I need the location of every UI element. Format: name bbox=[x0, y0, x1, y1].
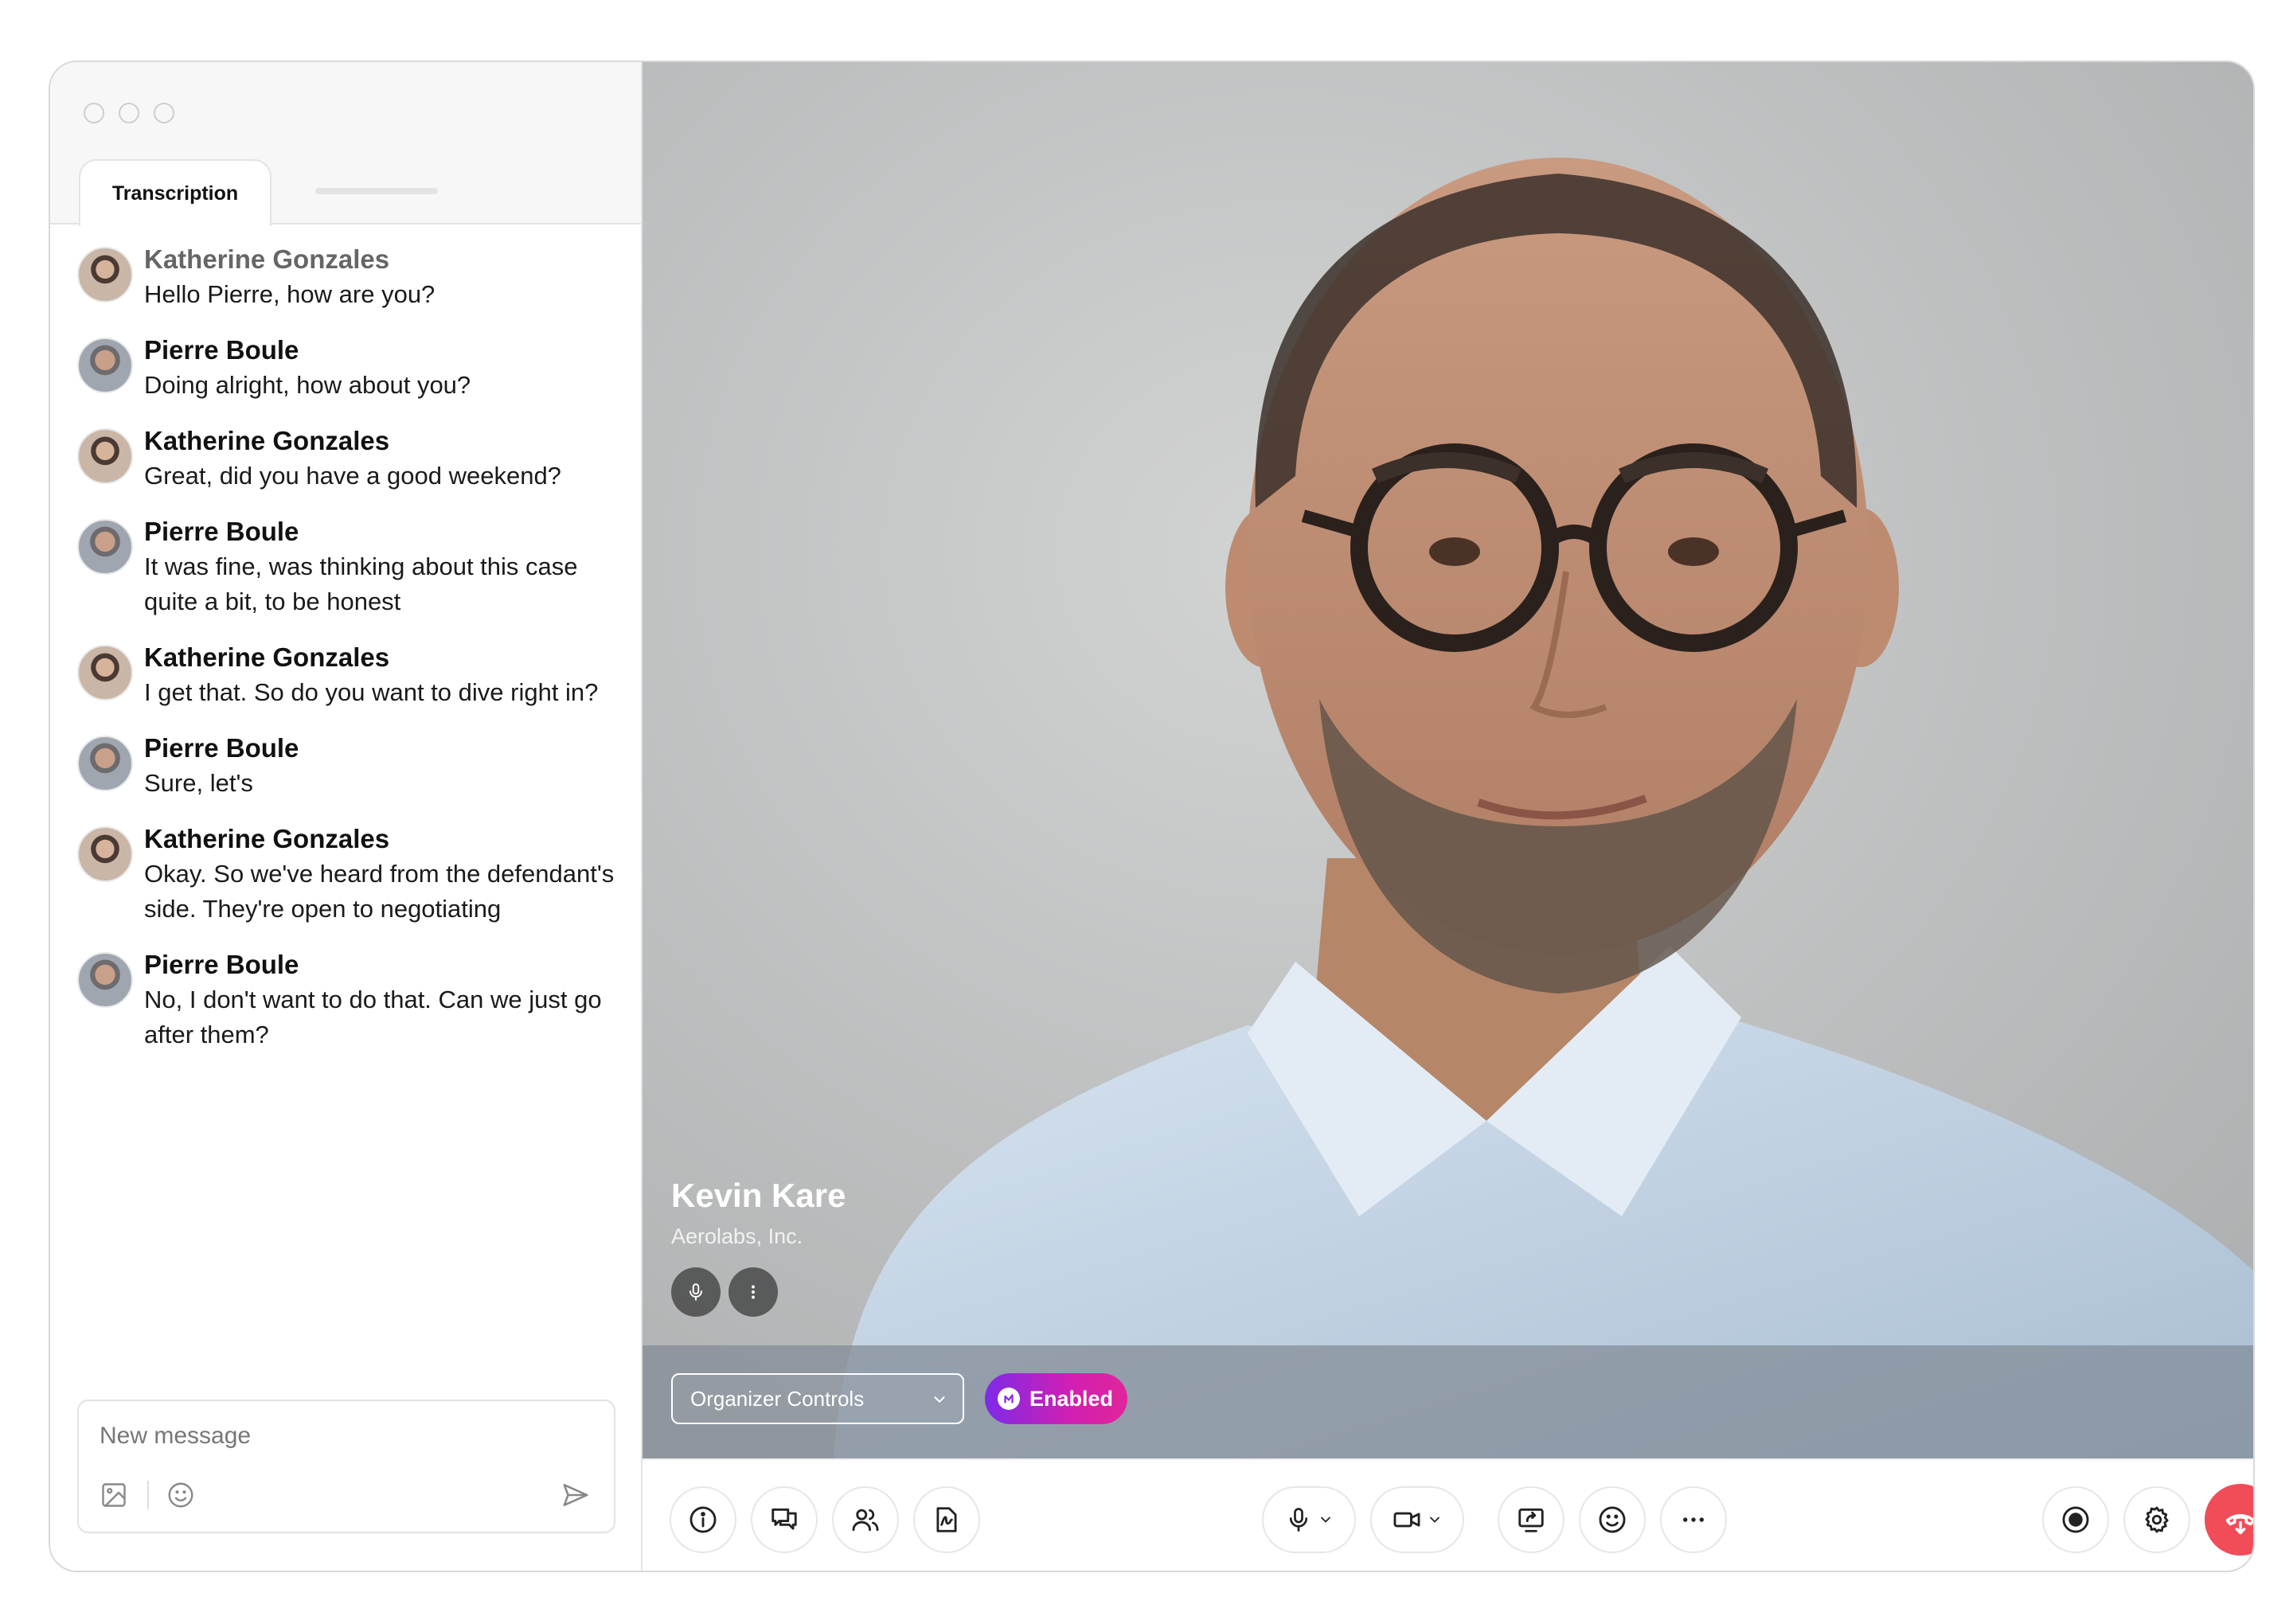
chevron-down-icon bbox=[1430, 1517, 1439, 1523]
message-author: Katherine Gonzales bbox=[144, 824, 390, 853]
message-text: It was fine, was thinking about this cas… bbox=[144, 552, 578, 615]
end-call-button[interactable] bbox=[2205, 1484, 2253, 1556]
message-text: Great, did you have a good weekend? bbox=[144, 462, 561, 490]
avatar bbox=[77, 952, 133, 1008]
more-options-button[interactable] bbox=[1660, 1486, 1727, 1553]
settings-button[interactable] bbox=[2123, 1486, 2190, 1553]
avatar bbox=[77, 736, 133, 791]
send-icon[interactable] bbox=[558, 1478, 593, 1513]
organizer-controls-label: Organizer Controls bbox=[690, 1386, 865, 1411]
list-item: Pierre Boule Sure, let's bbox=[77, 731, 627, 801]
minimize-window-button[interactable] bbox=[119, 103, 139, 123]
participant-more-button[interactable] bbox=[729, 1267, 778, 1317]
message-list: Katherine Gonzales Hello Pierre, how are… bbox=[77, 242, 627, 1073]
emoji-icon bbox=[1599, 1506, 1626, 1533]
message-text: I get that. So do you want to dive right… bbox=[144, 678, 599, 706]
message-text: Doing alright, how about you? bbox=[144, 371, 471, 399]
share-screen-button[interactable] bbox=[1498, 1486, 1564, 1553]
message-author: Pierre Boule bbox=[144, 950, 299, 979]
call-toolbar bbox=[643, 1458, 2253, 1571]
tab-placeholder[interactable] bbox=[315, 188, 438, 194]
new-message-input[interactable] bbox=[100, 1419, 593, 1454]
message-text: No, I don't want to do that. Can we just… bbox=[144, 986, 602, 1048]
avatar bbox=[77, 428, 133, 484]
image-icon[interactable] bbox=[96, 1478, 131, 1513]
participant-org: Aerolabs, Inc. bbox=[671, 1224, 803, 1248]
hang-up-icon bbox=[2225, 1513, 2253, 1535]
camera-toggle-button[interactable] bbox=[1370, 1486, 1464, 1553]
list-item: Katherine Gonzales Great, did you have a… bbox=[77, 424, 627, 494]
message-author: Katherine Gonzales bbox=[144, 642, 390, 672]
message-author: Pierre Boule bbox=[144, 733, 299, 763]
message-text: Okay. So we've heard from the defendant'… bbox=[144, 860, 615, 923]
gear-icon bbox=[2145, 1506, 2169, 1533]
ai-enabled-badge[interactable]: Enabled bbox=[985, 1373, 1128, 1424]
record-button[interactable] bbox=[2042, 1486, 2109, 1553]
transcription-sidebar: Transcription Katherine Gonzales Hello P… bbox=[50, 62, 643, 1571]
list-item: Katherine Gonzales Hello Pierre, how are… bbox=[77, 242, 627, 312]
list-item: Katherine Gonzales I get that. So do you… bbox=[77, 640, 627, 710]
sidebar-header: Transcription bbox=[50, 62, 641, 226]
chat-button[interactable] bbox=[751, 1486, 818, 1553]
avatar bbox=[77, 338, 133, 393]
whiteboard-icon bbox=[936, 1507, 957, 1532]
whiteboard-button[interactable] bbox=[913, 1486, 980, 1553]
info-button[interactable] bbox=[670, 1486, 736, 1553]
ai-icon bbox=[998, 1388, 1020, 1410]
tab-transcription[interactable]: Transcription bbox=[79, 159, 271, 226]
avatar bbox=[77, 645, 133, 701]
microphone-icon bbox=[1289, 1508, 1308, 1532]
composer-divider bbox=[147, 1481, 149, 1509]
message-author: Katherine Gonzales bbox=[144, 426, 390, 455]
emoji-icon[interactable] bbox=[163, 1478, 198, 1513]
avatar bbox=[77, 247, 133, 303]
list-item: Pierre Boule It was fine, was thinking a… bbox=[77, 514, 627, 619]
message-text: Sure, let's bbox=[144, 769, 253, 797]
reactions-button[interactable] bbox=[1579, 1486, 1646, 1553]
microphone-icon bbox=[689, 1283, 703, 1301]
list-item: Pierre Boule Doing alright, how about yo… bbox=[77, 333, 627, 403]
chevron-down-icon bbox=[1321, 1517, 1330, 1523]
more-vertical-icon bbox=[752, 1285, 755, 1299]
video-feed: Kevin Kare Aerolabs, Inc. Organizer Cont… bbox=[643, 62, 2253, 1458]
message-text: Hello Pierre, how are you? bbox=[144, 280, 436, 308]
chevron-down-icon bbox=[931, 1391, 948, 1408]
window-controls bbox=[84, 103, 174, 123]
avatar bbox=[77, 826, 133, 882]
info-icon bbox=[689, 1506, 717, 1533]
list-item: Katherine Gonzales Okay. So we've heard … bbox=[77, 822, 627, 927]
share-screen-icon bbox=[1518, 1508, 1544, 1532]
participants-button[interactable] bbox=[832, 1486, 899, 1553]
video-camera-icon bbox=[1393, 1512, 1420, 1528]
participant-photo bbox=[643, 62, 2253, 1458]
badge-label: Enabled bbox=[1029, 1386, 1114, 1411]
message-author: Pierre Boule bbox=[144, 335, 299, 365]
message-author: Katherine Gonzales bbox=[144, 244, 390, 274]
message-composer bbox=[77, 1400, 615, 1533]
organizer-controls-select[interactable]: Organizer Controls bbox=[671, 1373, 964, 1424]
users-icon bbox=[852, 1509, 879, 1532]
chat-icon bbox=[771, 1508, 797, 1530]
record-icon bbox=[2062, 1506, 2089, 1533]
avatar bbox=[77, 519, 133, 575]
app-window: Transcription Katherine Gonzales Hello P… bbox=[49, 61, 2255, 1572]
maximize-window-button[interactable] bbox=[154, 103, 174, 123]
more-horizontal-icon bbox=[1683, 1517, 1704, 1522]
list-item: Pierre Boule No, I don't want to do that… bbox=[77, 947, 627, 1052]
message-author: Pierre Boule bbox=[144, 517, 299, 546]
participant-name: Kevin Kare bbox=[671, 1177, 846, 1214]
participant-mic-button[interactable] bbox=[671, 1267, 721, 1317]
close-window-button[interactable] bbox=[84, 103, 104, 123]
microphone-toggle-button[interactable] bbox=[1262, 1486, 1356, 1553]
